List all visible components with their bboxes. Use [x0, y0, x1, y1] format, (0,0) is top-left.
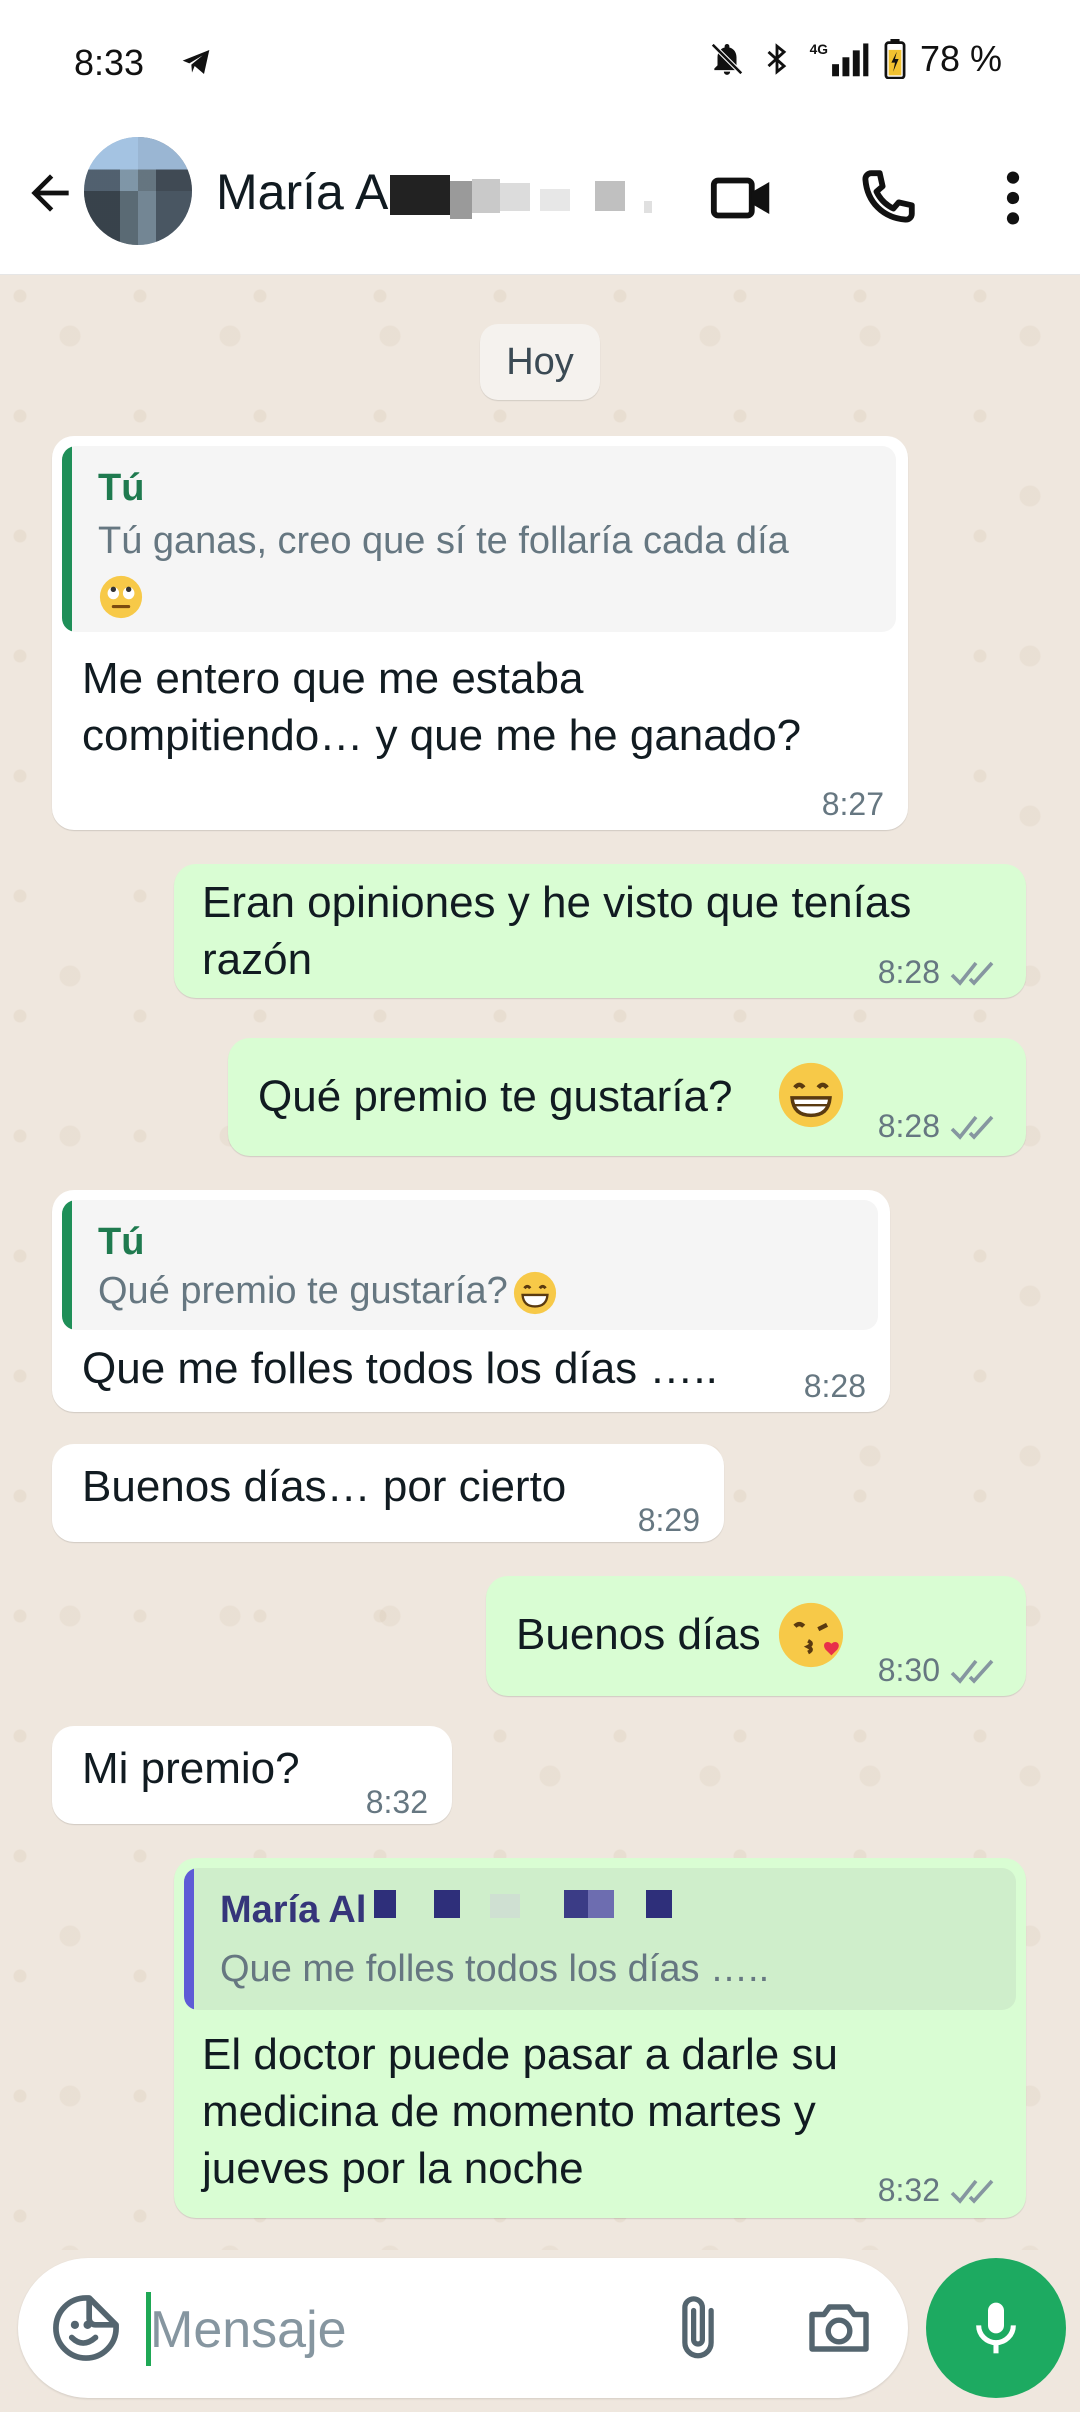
- chat-header: María A: [0, 125, 1080, 275]
- message-text: Que me folles todos los días …..: [82, 1344, 718, 1393]
- quoted-message[interactable]: María Al Que me folles todos los días ….…: [184, 1868, 1016, 2010]
- quote-text: Qué premio te gustaría?: [98, 1270, 508, 1312]
- message-bubble-incoming[interactable]: Mi premio? 8:32: [52, 1726, 452, 1824]
- status-bar: 8:33 4G 78 %: [0, 0, 1080, 125]
- more-vert-icon[interactable]: [978, 163, 1048, 233]
- grinning-emoji-icon: [778, 1062, 844, 1128]
- message-text: Buenos días: [516, 1610, 761, 1659]
- sticker-emoji-icon[interactable]: [48, 2290, 124, 2366]
- camera-icon[interactable]: [803, 2292, 875, 2364]
- kissing-heart-emoji-icon: [778, 1602, 844, 1668]
- double-check-read-icon: [950, 1659, 994, 1684]
- message-text: Mi premio?: [82, 1744, 300, 1793]
- message-time: 8:27: [821, 786, 884, 822]
- svg-text:4G: 4G: [810, 41, 828, 57]
- message-bubble-incoming[interactable]: Buenos días… por cierto 8:29: [52, 1444, 724, 1542]
- video-call-icon[interactable]: [708, 163, 778, 233]
- message-bubble-incoming[interactable]: Tú Qué premio te gustaría? Que me folles…: [52, 1190, 890, 1412]
- grinning-emoji-icon: [513, 1271, 557, 1315]
- battery-charging-icon: [884, 39, 906, 79]
- quote-text: Tú ganas, creo que sí te follaría cada d…: [98, 520, 789, 562]
- message-composer[interactable]: Mensaje: [18, 2258, 908, 2398]
- signal-4g-icon: 4G: [810, 41, 869, 77]
- message-text-line: medicina de momento martes y: [202, 2087, 816, 2136]
- message-bubble-incoming[interactable]: Tú Tú ganas, creo que sí te follaría cad…: [52, 436, 908, 830]
- message-time: 8:28: [803, 1368, 866, 1404]
- message-time: 8:28: [878, 944, 1002, 1001]
- double-check-read-icon: [950, 2179, 994, 2204]
- double-check-read-icon: [950, 961, 994, 986]
- message-time: 8:28: [878, 1098, 1002, 1155]
- quote-author: María Al: [220, 1889, 367, 1931]
- attach-paperclip-icon[interactable]: [663, 2288, 733, 2368]
- microphone-icon: [976, 2302, 1016, 2354]
- quoted-message[interactable]: Tú Tú ganas, creo que sí te follaría cad…: [62, 446, 896, 632]
- message-bubble-outgoing[interactable]: Eran opiniones y he visto que tenías raz…: [174, 864, 1026, 998]
- message-text: Buenos días… por cierto: [82, 1462, 567, 1511]
- quote-text: Que me folles todos los días …..: [220, 1948, 770, 1990]
- quote-author: Tú: [98, 1221, 145, 1263]
- message-input[interactable]: Mensaje: [150, 2300, 347, 2360]
- contact-avatar[interactable]: [84, 137, 192, 245]
- redacted-name-pixelation: [390, 175, 652, 219]
- message-time: 8:30: [878, 1642, 1002, 1699]
- telegram-icon: [182, 50, 210, 74]
- eye-roll-emoji-icon: [99, 575, 143, 619]
- mute-notifications-icon: [711, 43, 743, 75]
- message-text: Qué premio te gustaría?: [258, 1072, 733, 1121]
- message-text-line: Eran opiniones y he visto que tenías: [202, 878, 912, 927]
- message-text-line: Me entero que me estaba: [82, 654, 584, 703]
- quote-author: Tú: [98, 467, 145, 509]
- double-check-read-icon: [950, 1115, 994, 1140]
- message-text-line: El doctor puede pasar a darle su: [202, 2030, 838, 2079]
- date-chip: Hoy: [480, 324, 600, 400]
- message-text-line: compitiendo… y que me he ganado?: [82, 711, 802, 760]
- voice-record-button[interactable]: [926, 2258, 1066, 2398]
- contact-name[interactable]: María A: [216, 163, 388, 221]
- bluetooth-icon: [767, 43, 787, 75]
- battery-percent: 78 %: [919, 38, 1002, 79]
- status-time: 8:33: [74, 42, 145, 83]
- message-bubble-outgoing[interactable]: Buenos días 8:30: [486, 1576, 1026, 1696]
- redacted-name-pixelation: [374, 1890, 672, 1918]
- message-text-line: razón: [202, 935, 313, 984]
- message-bubble-outgoing[interactable]: Qué premio te gustaría? 8:28: [228, 1038, 1026, 1156]
- message-bubble-outgoing[interactable]: María Al Que me folles todos los días ….…: [174, 1858, 1026, 2218]
- back-arrow-icon[interactable]: [22, 165, 78, 221]
- phone-icon[interactable]: [852, 163, 922, 233]
- message-time: 8:32: [878, 2162, 1002, 2219]
- quoted-message[interactable]: Tú Qué premio te gustaría?: [62, 1200, 878, 1330]
- message-time: 8:29: [637, 1502, 700, 1538]
- status-icons: 4G 78 %: [708, 38, 1002, 80]
- chat-messages[interactable]: Hoy Tú Tú ganas, creo que sí te follaría…: [0, 276, 1080, 2250]
- message-text-line: jueves por la noche: [202, 2144, 584, 2193]
- message-time: 8:32: [365, 1784, 428, 1820]
